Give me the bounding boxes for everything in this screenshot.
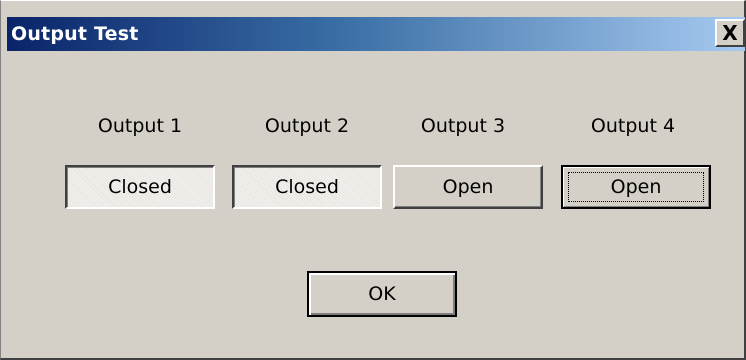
output-3-state: Open [442, 176, 494, 198]
close-button[interactable]: X [715, 19, 745, 47]
title-bar[interactable]: Output Test X [7, 17, 745, 51]
output-4-state: Open [610, 176, 662, 198]
output-1-toggle-button[interactable]: Closed [65, 165, 215, 209]
output-3-label: Output 3 [420, 115, 506, 137]
output-2-label: Output 2 [264, 115, 350, 137]
output-2-state: Closed [275, 176, 339, 198]
window-title: Output Test [11, 23, 139, 45]
close-icon: X [722, 21, 738, 45]
output-3-toggle-button[interactable]: Open [393, 165, 543, 209]
output-4-toggle-button[interactable]: Open [561, 165, 711, 209]
ok-button[interactable]: OK [307, 271, 457, 317]
output-test-dialog: Output Test X Output 1 Output 2 Output 3… [0, 0, 746, 360]
output-1-state: Closed [108, 176, 172, 198]
output-2-toggle-button[interactable]: Closed [232, 165, 382, 209]
output-4-label: Output 4 [590, 115, 676, 137]
ok-button-label: OK [368, 283, 396, 305]
output-1-label: Output 1 [97, 115, 183, 137]
